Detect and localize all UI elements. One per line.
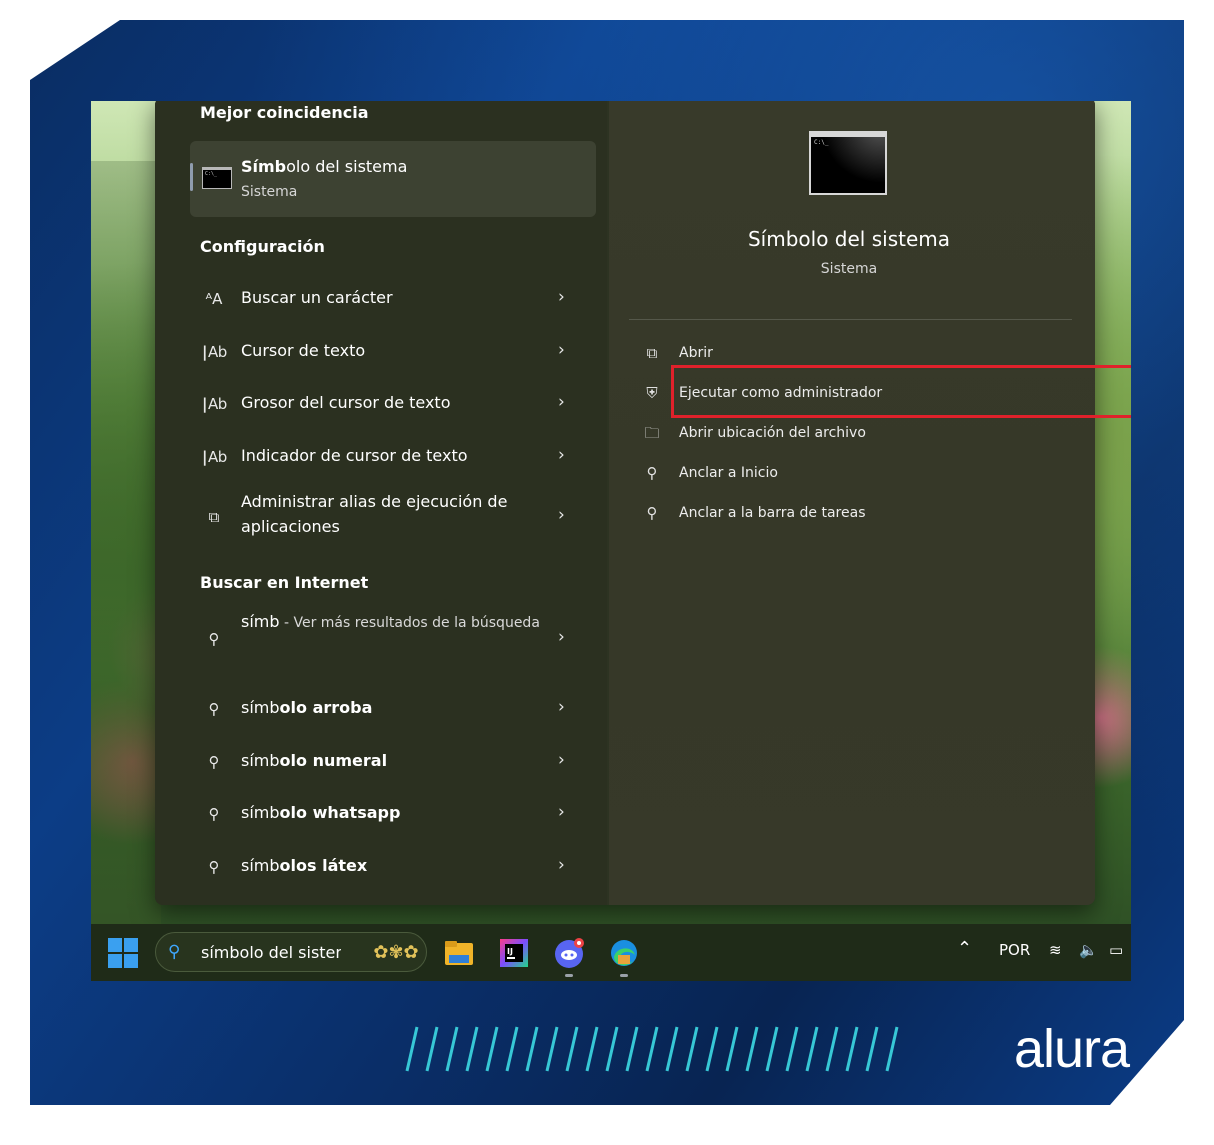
text-cursor-icon: Ab [202, 340, 227, 364]
wallpaper-plant [91, 161, 161, 981]
command-prompt-icon [202, 167, 232, 189]
intellij-idea-icon[interactable]: IJ [498, 937, 530, 969]
taskbar-search-box[interactable]: ⚲ símbolo del sistema ✿✾✿ [155, 932, 427, 972]
pin-icon: ⚲ [646, 464, 658, 482]
web-item-ver-mas[interactable]: ⚲ símb - Ver más resultados de la búsque… [190, 609, 596, 669]
selection-accent [190, 163, 193, 191]
tray-overflow-chevron-icon[interactable]: ⌃ [957, 938, 972, 959]
chevron-right-icon: › [558, 287, 565, 307]
divider [629, 319, 1072, 320]
wifi-icon[interactable]: ≋ [1049, 941, 1062, 959]
chevron-right-icon: › [558, 340, 565, 360]
chevron-right-icon: › [558, 855, 565, 875]
web-item-latex[interactable]: ⚲ símbolos látex › [190, 843, 596, 891]
battery-icon[interactable]: ▭ [1109, 941, 1123, 959]
settings-item-label: Cursor de texto [241, 341, 366, 360]
best-match-subtitle: Sistema [241, 184, 298, 200]
web-search-header: Buscar en Internet [200, 573, 369, 592]
search-icon: ⚲ [168, 942, 181, 962]
settings-header: Configuración [200, 237, 325, 256]
settings-item-cursor-texto[interactable]: Ab Cursor de texto › [190, 328, 596, 376]
chevron-right-icon: › [558, 802, 565, 822]
taskbar: ⚲ símbolo del sistema ✿✾✿ IJ [91, 924, 1131, 981]
search-icon: ⚲ [208, 630, 220, 648]
search-icon: ⚲ [208, 858, 220, 876]
web-item-label: símbolos látex [241, 856, 368, 875]
detail-pane: C:\_ Símbolo del sistema Sistema ⧉ Abrir… [609, 101, 1095, 905]
discord-icon[interactable] [553, 937, 585, 969]
start-search-panel: Mejor coincidencia Símbolo del sistema S… [155, 101, 1131, 905]
settings-item-label: Administrar alias de ejecución de aplica… [241, 492, 508, 536]
taskbar-search-text: símbolo del sistema [201, 943, 341, 962]
microsoft-edge-icon[interactable] [608, 937, 640, 969]
settings-item-label: Buscar un carácter [241, 288, 393, 307]
action-label: Abrir [679, 345, 713, 361]
search-highlight-image: ✿✾✿ [373, 942, 419, 963]
text-cursor-icon: Ab [202, 392, 227, 416]
svg-text:IJ: IJ [507, 947, 513, 956]
running-indicator [565, 974, 573, 977]
detail-subtitle: Sistema [820, 261, 878, 277]
web-item-whatsapp[interactable]: ⚲ símbolo whatsapp › [190, 790, 596, 838]
settings-item-indicador-cursor[interactable]: Ab Indicador de cursor de texto › [190, 433, 596, 481]
web-item-label: símbolo whatsapp [241, 803, 401, 822]
text-cursor-icon: Ab [202, 445, 227, 469]
web-item-label: símbolo numeral [241, 751, 388, 770]
decorative-stripes [405, 1026, 899, 1072]
command-prompt-large-icon: C:\_ [809, 131, 887, 195]
chevron-right-icon: › [558, 750, 565, 770]
settings-item-label: Grosor del cursor de texto [241, 393, 451, 412]
web-item-label: símb - Ver más resultados de la búsqueda [241, 612, 540, 631]
running-indicator [620, 974, 628, 977]
admin-shield-icon: ⛨ [646, 384, 658, 402]
chevron-right-icon: › [558, 697, 565, 717]
settings-item-label: Indicador de cursor de texto [241, 446, 468, 465]
action-label: Anclar a Inicio [679, 465, 778, 481]
alura-logo: alura [1014, 1019, 1130, 1079]
screenshot-area: Mejor coincidencia Símbolo del sistema S… [91, 101, 1131, 981]
folder-icon: 🗀 [644, 424, 660, 442]
detail-title: Símbolo del sistema [747, 227, 950, 251]
settings-item-buscar-caracter[interactable]: ᴬA Buscar un carácter › [190, 275, 596, 323]
chevron-right-icon: › [558, 505, 565, 525]
start-button[interactable] [108, 938, 138, 968]
search-icon: ⚲ [208, 700, 220, 718]
open-external-icon: ⧉ [646, 344, 658, 362]
web-item-label: símbolo arroba [241, 698, 373, 717]
best-match-item[interactable]: Símbolo del sistema Sistema [190, 141, 596, 217]
chevron-right-icon: › [558, 392, 565, 412]
action-label: Abrir ubicación del archivo [679, 425, 866, 441]
language-indicator[interactable]: POR [999, 941, 1030, 959]
best-match-title: Símbolo del sistema [241, 157, 408, 176]
web-item-numeral[interactable]: ⚲ símbolo numeral › [190, 738, 596, 786]
settings-item-alias-ejecucion[interactable]: ⧉ Administrar alias de ejecución de apli… [190, 489, 596, 545]
chevron-right-icon: › [558, 627, 565, 647]
search-results-pane: Mejor coincidencia Símbolo del sistema S… [155, 101, 607, 905]
chevron-right-icon: › [558, 445, 565, 465]
search-icon: ⚲ [208, 753, 220, 771]
app-alias-icon: ⧉ [208, 508, 220, 526]
pin-icon: ⚲ [646, 504, 658, 522]
file-explorer-icon[interactable] [443, 937, 475, 969]
best-match-header: Mejor coincidencia [200, 103, 369, 122]
action-label: Anclar a la barra de tareas [679, 505, 866, 521]
highlight-box [671, 365, 1131, 418]
search-icon: ⚲ [208, 805, 220, 823]
volume-icon[interactable]: 🔈 [1079, 941, 1098, 959]
settings-item-grosor-cursor[interactable]: Ab Grosor del cursor de texto › [190, 380, 596, 428]
web-item-arroba[interactable]: ⚲ símbolo arroba › [190, 685, 596, 733]
character-icon: ᴬA [205, 290, 223, 308]
